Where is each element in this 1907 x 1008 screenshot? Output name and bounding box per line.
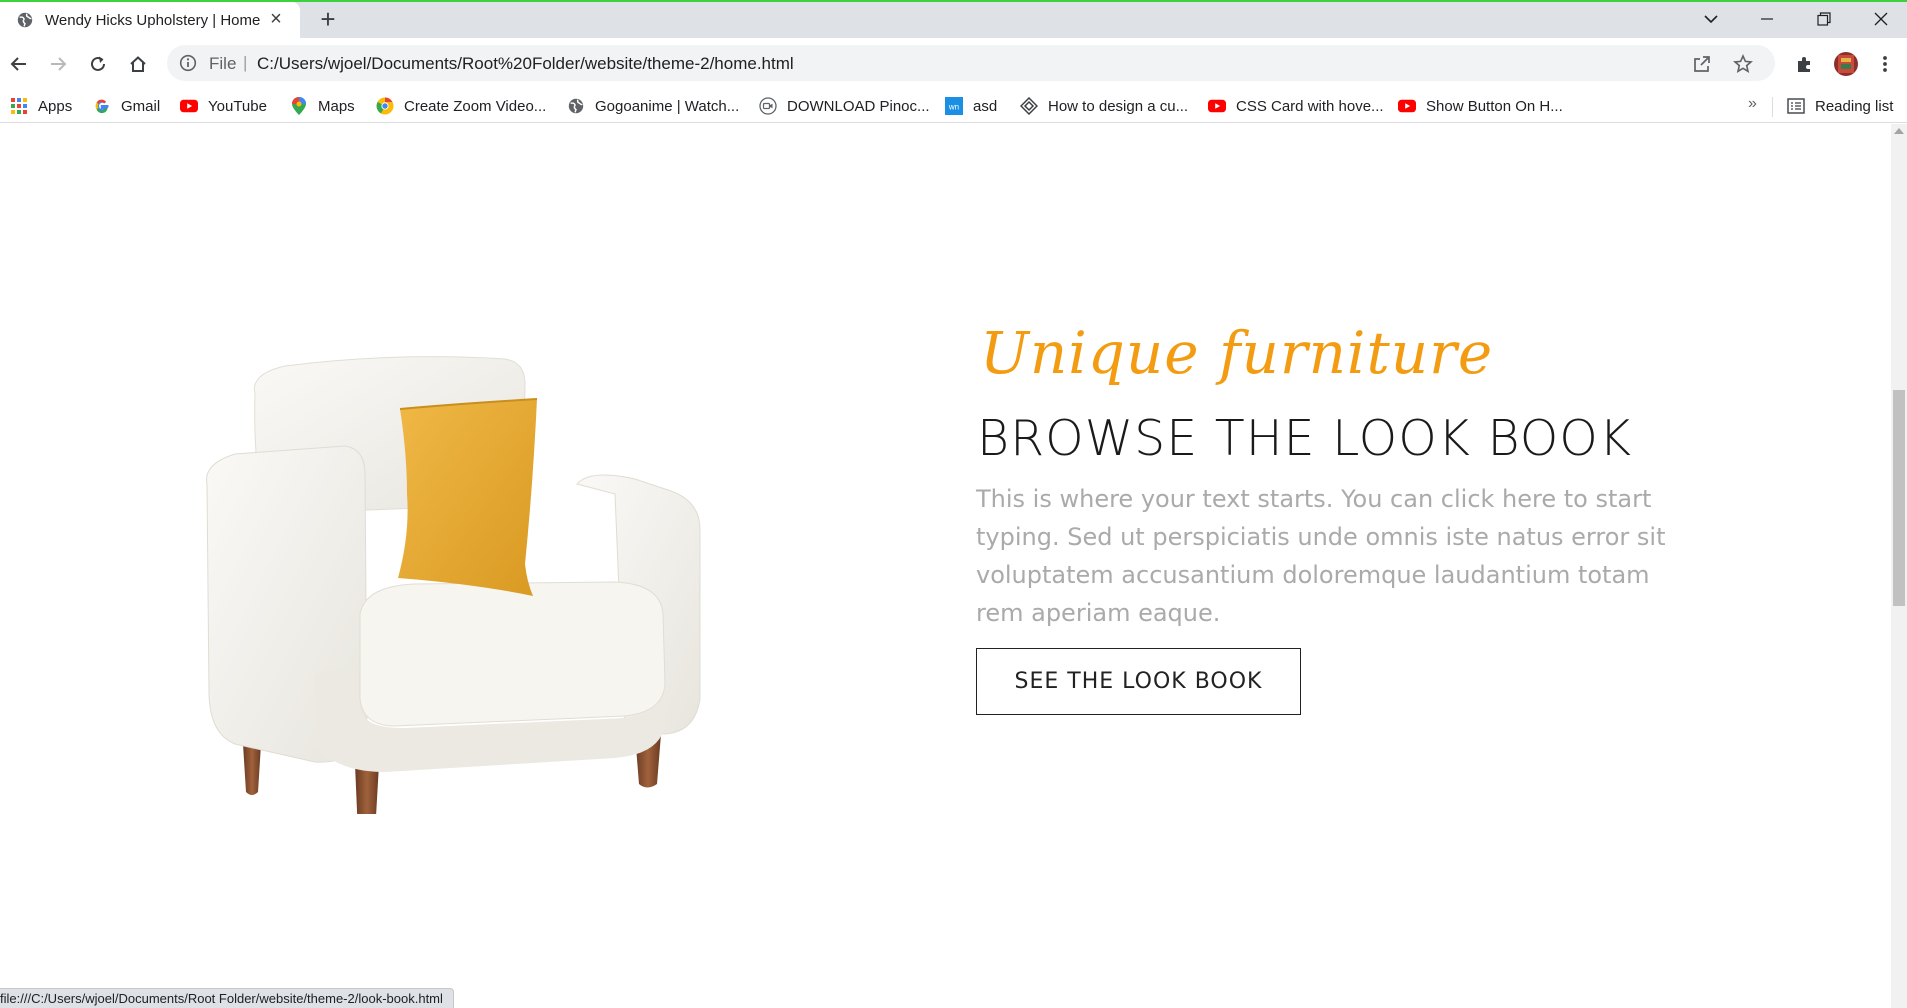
see-look-book-button[interactable]: SEE THE LOOK BOOK xyxy=(976,648,1301,715)
scroll-up-arrow-icon[interactable] xyxy=(1894,128,1904,134)
apps-grid-icon xyxy=(10,97,28,115)
info-icon[interactable] xyxy=(179,54,197,72)
bookmark-label: DOWNLOAD Pinoc... xyxy=(787,97,930,115)
scrollbar-thumb[interactable] xyxy=(1893,390,1905,606)
armchair-image xyxy=(195,314,715,837)
bookmark-youtube[interactable]: YouTube xyxy=(180,94,267,118)
maps-icon xyxy=(290,97,308,115)
bookmark-label: Create Zoom Video... xyxy=(404,97,547,115)
bookmark-zoom[interactable]: Create Zoom Video... xyxy=(376,94,546,118)
browser-toolbar: File | C:/Users/wjoel/Documents/Root%20F… xyxy=(0,38,1907,89)
svg-text:wn: wn xyxy=(948,103,959,112)
hero-body-text: This is where your text starts. You can … xyxy=(976,485,1666,627)
avatar xyxy=(1834,52,1858,76)
tab-search-icon[interactable] xyxy=(1691,2,1731,36)
bookmark-label: How to design a cu... xyxy=(1048,97,1189,115)
bookmark-show-button[interactable]: Show Button On H... xyxy=(1398,94,1563,118)
bookmark-label: YouTube xyxy=(208,97,267,115)
browser-tab[interactable]: Wendy Hicks Upholstery | Home × xyxy=(0,2,300,38)
new-tab-button[interactable]: + xyxy=(314,6,342,34)
forward-button[interactable] xyxy=(44,50,72,78)
wn-icon: wn xyxy=(945,97,963,115)
home-icon xyxy=(130,56,146,72)
globe-icon xyxy=(17,12,33,28)
close-tab-icon[interactable]: × xyxy=(266,9,286,30)
bookmark-gogoanime[interactable]: Gogoanime | Watch... xyxy=(567,94,739,118)
puzzle-icon xyxy=(1798,57,1810,72)
bookmark-label: CSS Card with hove... xyxy=(1236,97,1384,115)
bookmark-label: Maps xyxy=(318,97,355,115)
reload-button[interactable] xyxy=(84,50,112,78)
forward-arrow-icon xyxy=(51,57,67,71)
home-button[interactable] xyxy=(124,50,152,78)
url-scheme: File xyxy=(209,54,237,73)
status-bar-url: file:///C:/Users/wjoel/Documents/Root Fo… xyxy=(0,988,454,1008)
back-arrow-icon xyxy=(10,57,26,71)
hero-kicker: Unique furniture xyxy=(980,319,1494,387)
google-icon xyxy=(93,97,111,115)
tab-title: Wendy Hicks Upholstery | Home xyxy=(45,11,261,29)
bookmark-star-icon[interactable] xyxy=(1732,53,1754,75)
extensions-button[interactable] xyxy=(1791,50,1819,78)
bookmark-asd[interactable]: wn asd xyxy=(945,94,997,118)
restore-button[interactable] xyxy=(1804,2,1844,36)
bookmark-gmail[interactable]: Gmail xyxy=(93,94,160,118)
tab-strip: Wendy Hicks Upholstery | Home × + xyxy=(0,0,1907,38)
url-separator: | xyxy=(243,53,248,72)
reading-list-button[interactable]: Reading list xyxy=(1787,94,1893,118)
close-window-button[interactable] xyxy=(1861,2,1901,36)
reading-list-icon xyxy=(1787,97,1805,115)
bookmark-label: asd xyxy=(973,97,998,115)
back-button[interactable] xyxy=(5,50,33,78)
bookmark-label: Apps xyxy=(38,97,73,115)
bookmark-maps[interactable]: Maps xyxy=(290,94,355,118)
youtube-icon xyxy=(180,97,198,115)
bookmark-label: Show Button On H... xyxy=(1426,97,1563,115)
bookmarks-bar: Apps Gmail YouTube Maps Create Zoom Vide… xyxy=(0,89,1907,123)
more-bookmarks-chevron-icon[interactable]: » xyxy=(1748,95,1757,113)
hero-headline: BROWSE THE LOOK BOOK xyxy=(977,410,1632,467)
page-content: Unique furniture BROWSE THE LOOK BOOK Th… xyxy=(0,124,1891,1008)
globe-icon xyxy=(567,97,585,115)
url-text[interactable]: C:/Users/wjoel/Documents/Root%20Folder/w… xyxy=(257,54,794,74)
bookmark-download[interactable]: DOWNLOAD Pinoc... xyxy=(759,94,930,118)
youtube-icon xyxy=(1208,97,1226,115)
bookmark-design[interactable]: How to design a cu... xyxy=(1020,94,1188,118)
reading-list-label: Reading list xyxy=(1815,97,1894,115)
bookmark-label: Gogoanime | Watch... xyxy=(595,97,740,115)
minimize-button[interactable] xyxy=(1747,2,1787,36)
profile-avatar[interactable] xyxy=(1832,50,1860,78)
reload-icon xyxy=(91,56,105,71)
bookmark-label: Gmail xyxy=(121,97,161,115)
diamond-icon xyxy=(1020,97,1038,115)
bookmark-css-card[interactable]: CSS Card with hove... xyxy=(1208,94,1384,118)
share-icon[interactable] xyxy=(1691,53,1713,75)
menu-button[interactable] xyxy=(1871,50,1899,78)
bookmark-apps[interactable]: Apps xyxy=(10,94,72,118)
address-bar[interactable]: File | C:/Users/wjoel/Documents/Root%20F… xyxy=(167,45,1775,81)
youtube-icon xyxy=(1398,97,1416,115)
video-icon xyxy=(759,97,777,115)
chrome-icon xyxy=(376,97,394,115)
kebab-menu-icon xyxy=(1883,56,1887,72)
bookmark-divider xyxy=(1772,97,1773,117)
